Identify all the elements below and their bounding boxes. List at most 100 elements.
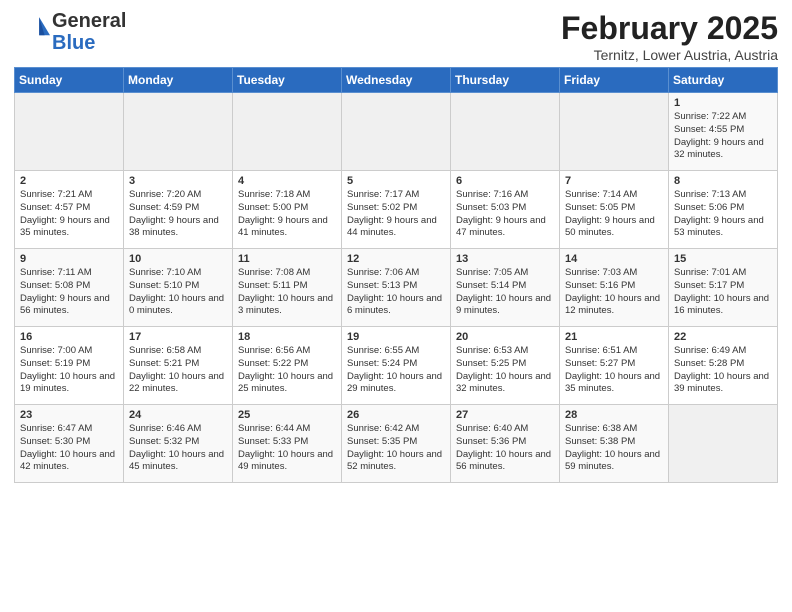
day-info: Sunrise: 6:49 AM Sunset: 5:28 PM Dayligh… [674, 345, 772, 396]
calendar-cell: 6Sunrise: 7:16 AM Sunset: 5:03 PM Daylig… [451, 171, 560, 249]
day-info: Sunrise: 7:05 AM Sunset: 5:14 PM Dayligh… [456, 267, 554, 318]
calendar-cell: 10Sunrise: 7:10 AM Sunset: 5:10 PM Dayli… [124, 249, 233, 327]
calendar-cell: 16 Sunrise: 7:00 AM Sunset: 5:19 PM Dayli… [15, 327, 124, 405]
calendar-cell: 7Sunrise: 7:14 AM Sunset: 5:05 PM Daylig… [560, 171, 669, 249]
day-number: 12 [347, 253, 445, 265]
calendar-cell: 2 Sunrise: 7:21 AM Sunset: 4:57 PM Daylig… [15, 171, 124, 249]
day-number: 17 [129, 331, 227, 343]
calendar-cell: 23Sunrise: 6:47 AM Sunset: 5:30 PM Dayli… [15, 405, 124, 483]
calendar-week-row: 23Sunrise: 6:47 AM Sunset: 5:30 PM Dayli… [15, 405, 778, 483]
day-number: 10 [129, 253, 227, 265]
day-info: Sunrise: 6:38 AM Sunset: 5:38 PM Dayligh… [565, 423, 663, 474]
day-number: 26 [347, 409, 445, 421]
weekday-header: Sunday [15, 68, 124, 93]
calendar-cell: 4Sunrise: 7:18 AM Sunset: 5:00 PM Daylig… [233, 171, 342, 249]
day-info: Sunrise: 7:00 AM Sunset: 5:19 PM Dayligh… [20, 345, 118, 396]
day-info: Sunrise: 7:03 AM Sunset: 5:16 PM Dayligh… [565, 267, 663, 318]
location-title: Ternitz, Lower Austria, Austria [561, 47, 778, 63]
day-info: Sunrise: 6:53 AM Sunset: 5:25 PM Dayligh… [456, 345, 554, 396]
weekday-row: SundayMondayTuesdayWednesdayThursdayFrid… [15, 68, 778, 93]
day-info: Sunrise: 6:56 AM Sunset: 5:22 PM Dayligh… [238, 345, 336, 396]
calendar-week-row: 9 Sunrise: 7:11 AM Sunset: 5:08 PM Daylig… [15, 249, 778, 327]
calendar-week-row: 16 Sunrise: 7:00 AM Sunset: 5:19 PM Dayli… [15, 327, 778, 405]
day-info: Sunrise: 7:08 AM Sunset: 5:11 PM Dayligh… [238, 267, 336, 318]
logo-blue: Blue [52, 32, 126, 54]
day-number: 23 [20, 409, 118, 421]
day-info: Sunrise: 7:20 AM Sunset: 4:59 PM Dayligh… [129, 189, 227, 240]
day-info: Sunrise: 7:06 AM Sunset: 5:13 PM Dayligh… [347, 267, 445, 318]
day-number: 2 [20, 175, 118, 187]
calendar-cell: 5 Sunrise: 7:17 AM Sunset: 5:02 PM Daylig… [342, 171, 451, 249]
weekday-header: Saturday [669, 68, 778, 93]
calendar-cell: 12 Sunrise: 7:06 AM Sunset: 5:13 PM Dayli… [342, 249, 451, 327]
calendar-cell: 9 Sunrise: 7:11 AM Sunset: 5:08 PM Daylig… [15, 249, 124, 327]
calendar-cell: 13 Sunrise: 7:05 AM Sunset: 5:14 PM Dayli… [451, 249, 560, 327]
day-number: 27 [456, 409, 554, 421]
month-title: February 2025 [561, 10, 778, 47]
weekday-header: Wednesday [342, 68, 451, 93]
day-info: Sunrise: 7:22 AM Sunset: 4:55 PM Dayligh… [674, 111, 772, 162]
calendar-cell: 15 Sunrise: 7:01 AM Sunset: 5:17 PM Dayli… [669, 249, 778, 327]
day-info: Sunrise: 6:40 AM Sunset: 5:36 PM Dayligh… [456, 423, 554, 474]
day-number: 19 [347, 331, 445, 343]
calendar-container: General Blue February 2025 Ternitz, Lowe… [0, 0, 792, 491]
day-number: 11 [238, 253, 336, 265]
day-number: 18 [238, 331, 336, 343]
day-number: 9 [20, 253, 118, 265]
day-number: 24 [129, 409, 227, 421]
day-info: Sunrise: 7:17 AM Sunset: 5:02 PM Dayligh… [347, 189, 445, 240]
calendar-cell [124, 93, 233, 171]
weekday-header: Monday [124, 68, 233, 93]
day-number: 22 [674, 331, 772, 343]
header: General Blue February 2025 Ternitz, Lowe… [14, 10, 778, 63]
day-info: Sunrise: 6:58 AM Sunset: 5:21 PM Dayligh… [129, 345, 227, 396]
day-info: Sunrise: 6:55 AM Sunset: 5:24 PM Dayligh… [347, 345, 445, 396]
day-info: Sunrise: 7:01 AM Sunset: 5:17 PM Dayligh… [674, 267, 772, 318]
logo-general: General [52, 10, 126, 32]
calendar-cell: 18 Sunrise: 6:56 AM Sunset: 5:22 PM Dayli… [233, 327, 342, 405]
day-number: 21 [565, 331, 663, 343]
title-area: February 2025 Ternitz, Lower Austria, Au… [561, 10, 778, 63]
day-info: Sunrise: 7:21 AM Sunset: 4:57 PM Dayligh… [20, 189, 118, 240]
day-number: 13 [456, 253, 554, 265]
day-number: 25 [238, 409, 336, 421]
calendar-cell: 22 Sunrise: 6:49 AM Sunset: 5:28 PM Dayli… [669, 327, 778, 405]
calendar-cell: 11 Sunrise: 7:08 AM Sunset: 5:11 PM Dayli… [233, 249, 342, 327]
weekday-header: Thursday [451, 68, 560, 93]
calendar-cell: 1 Sunrise: 7:22 AM Sunset: 4:55 PM Daylig… [669, 93, 778, 171]
calendar-cell [560, 93, 669, 171]
calendar-cell: 26 Sunrise: 6:42 AM Sunset: 5:35 PM Dayli… [342, 405, 451, 483]
day-info: Sunrise: 6:44 AM Sunset: 5:33 PM Dayligh… [238, 423, 336, 474]
calendar-cell [451, 93, 560, 171]
day-info: Sunrise: 6:42 AM Sunset: 5:35 PM Dayligh… [347, 423, 445, 474]
calendar-cell: 28Sunrise: 6:38 AM Sunset: 5:38 PM Dayli… [560, 405, 669, 483]
weekday-header: Friday [560, 68, 669, 93]
day-number: 16 [20, 331, 118, 343]
logo-icon [14, 10, 50, 46]
calendar-cell: 24 Sunrise: 6:46 AM Sunset: 5:32 PM Dayli… [124, 405, 233, 483]
day-number: 1 [674, 97, 772, 109]
day-info: Sunrise: 6:46 AM Sunset: 5:32 PM Dayligh… [129, 423, 227, 474]
day-number: 4 [238, 175, 336, 187]
day-number: 20 [456, 331, 554, 343]
day-number: 14 [565, 253, 663, 265]
calendar-cell: 19 Sunrise: 6:55 AM Sunset: 5:24 PM Dayli… [342, 327, 451, 405]
day-number: 3 [129, 175, 227, 187]
logo-text: General Blue [52, 10, 126, 54]
day-info: Sunrise: 6:51 AM Sunset: 5:27 PM Dayligh… [565, 345, 663, 396]
calendar-body: 1 Sunrise: 7:22 AM Sunset: 4:55 PM Daylig… [15, 93, 778, 483]
calendar-cell: 21 Sunrise: 6:51 AM Sunset: 5:27 PM Dayli… [560, 327, 669, 405]
day-info: Sunrise: 7:11 AM Sunset: 5:08 PM Dayligh… [20, 267, 118, 318]
day-number: 5 [347, 175, 445, 187]
day-info: Sunrise: 7:13 AM Sunset: 5:06 PM Dayligh… [674, 189, 772, 240]
calendar-week-row: 1 Sunrise: 7:22 AM Sunset: 4:55 PM Daylig… [15, 93, 778, 171]
calendar-cell [15, 93, 124, 171]
calendar-cell [342, 93, 451, 171]
calendar-cell: 27 Sunrise: 6:40 AM Sunset: 5:36 PM Dayli… [451, 405, 560, 483]
day-number: 8 [674, 175, 772, 187]
calendar-cell: 8 Sunrise: 7:13 AM Sunset: 5:06 PM Daylig… [669, 171, 778, 249]
calendar-cell [233, 93, 342, 171]
calendar-cell: 20 Sunrise: 6:53 AM Sunset: 5:25 PM Dayli… [451, 327, 560, 405]
day-number: 7 [565, 175, 663, 187]
day-number: 15 [674, 253, 772, 265]
